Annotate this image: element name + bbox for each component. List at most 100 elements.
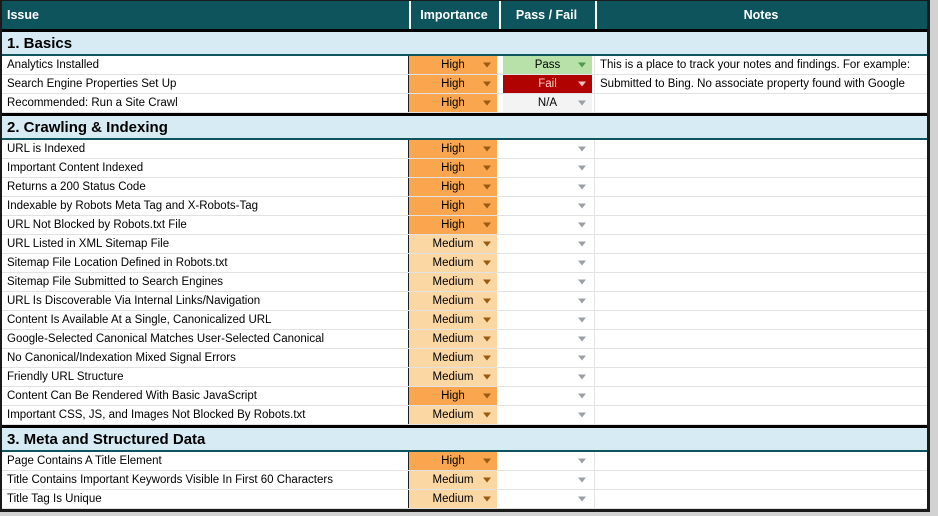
importance-dropdown[interactable]: High <box>409 56 499 74</box>
dropdown-arrow-icon[interactable] <box>483 82 491 87</box>
issue-cell[interactable]: URL Listed in XML Sitemap File <box>2 235 409 253</box>
dropdown-arrow-icon[interactable] <box>483 375 491 380</box>
issue-cell[interactable]: Content Can Be Rendered With Basic JavaS… <box>2 387 409 405</box>
notes-cell[interactable] <box>595 273 927 291</box>
notes-cell[interactable] <box>595 471 927 489</box>
importance-dropdown[interactable]: High <box>409 216 499 234</box>
dropdown-arrow-icon[interactable] <box>483 63 491 68</box>
notes-cell[interactable] <box>595 292 927 310</box>
dropdown-arrow-icon[interactable] <box>578 459 586 464</box>
dropdown-arrow-icon[interactable] <box>483 394 491 399</box>
dropdown-arrow-icon[interactable] <box>483 299 491 304</box>
dropdown-arrow-icon[interactable] <box>578 204 586 209</box>
dropdown-arrow-icon[interactable] <box>578 82 586 87</box>
section-row[interactable]: 3. Meta and Structured Data <box>2 425 927 452</box>
notes-cell[interactable]: Submitted to Bing. No associate property… <box>595 75 927 93</box>
dropdown-arrow-icon[interactable] <box>578 394 586 399</box>
dropdown-arrow-icon[interactable] <box>578 318 586 323</box>
issue-cell[interactable]: Important CSS, JS, and Images Not Blocke… <box>2 406 409 424</box>
dropdown-arrow-icon[interactable] <box>578 299 586 304</box>
dropdown-arrow-icon[interactable] <box>483 459 491 464</box>
passfail-dropdown[interactable] <box>503 159 592 177</box>
issue-cell[interactable]: Title Tag Is Unique <box>2 490 409 508</box>
importance-dropdown[interactable]: Medium <box>409 471 499 489</box>
passfail-dropdown[interactable] <box>503 235 592 253</box>
issue-cell[interactable]: Analytics Installed <box>2 56 409 74</box>
issue-cell[interactable]: Returns a 200 Status Code <box>2 178 409 196</box>
notes-cell[interactable] <box>595 216 927 234</box>
dropdown-arrow-icon[interactable] <box>483 204 491 209</box>
dropdown-arrow-icon[interactable] <box>578 242 586 247</box>
dropdown-arrow-icon[interactable] <box>578 185 586 190</box>
passfail-dropdown[interactable] <box>503 471 592 489</box>
passfail-dropdown[interactable] <box>503 330 592 348</box>
importance-dropdown[interactable]: High <box>409 178 499 196</box>
passfail-dropdown[interactable]: N/A <box>503 94 592 112</box>
dropdown-arrow-icon[interactable] <box>483 497 491 502</box>
dropdown-arrow-icon[interactable] <box>483 242 491 247</box>
dropdown-arrow-icon[interactable] <box>578 261 586 266</box>
issue-cell[interactable]: Recommended: Run a Site Crawl <box>2 94 409 112</box>
dropdown-arrow-icon[interactable] <box>578 478 586 483</box>
passfail-dropdown[interactable] <box>503 197 592 215</box>
dropdown-arrow-icon[interactable] <box>578 166 586 171</box>
dropdown-arrow-icon[interactable] <box>578 413 586 418</box>
dropdown-arrow-icon[interactable] <box>578 63 586 68</box>
issue-cell[interactable]: Search Engine Properties Set Up <box>2 75 409 93</box>
dropdown-arrow-icon[interactable] <box>578 337 586 342</box>
dropdown-arrow-icon[interactable] <box>578 280 586 285</box>
column-header-importance[interactable]: Importance <box>409 1 499 29</box>
section-row[interactable]: 1. Basics <box>2 29 927 56</box>
column-header-passfail[interactable]: Pass / Fail <box>499 1 595 29</box>
dropdown-arrow-icon[interactable] <box>578 101 586 106</box>
importance-dropdown[interactable]: Medium <box>409 330 499 348</box>
passfail-dropdown[interactable] <box>503 311 592 329</box>
importance-dropdown[interactable]: Medium <box>409 254 499 272</box>
importance-dropdown[interactable]: Medium <box>409 311 499 329</box>
importance-dropdown[interactable]: High <box>409 159 499 177</box>
section-row[interactable]: 2. Crawling & Indexing <box>2 113 927 140</box>
dropdown-arrow-icon[interactable] <box>483 280 491 285</box>
dropdown-arrow-icon[interactable] <box>578 147 586 152</box>
passfail-dropdown[interactable] <box>503 368 592 386</box>
dropdown-arrow-icon[interactable] <box>483 166 491 171</box>
issue-cell[interactable]: Sitemap File Location Defined in Robots.… <box>2 254 409 272</box>
dropdown-arrow-icon[interactable] <box>483 413 491 418</box>
passfail-dropdown[interactable] <box>503 254 592 272</box>
dropdown-arrow-icon[interactable] <box>483 101 491 106</box>
dropdown-arrow-icon[interactable] <box>483 223 491 228</box>
notes-cell[interactable]: This is a place to track your notes and … <box>595 56 927 74</box>
notes-cell[interactable] <box>595 349 927 367</box>
issue-cell[interactable]: Friendly URL Structure <box>2 368 409 386</box>
dropdown-arrow-icon[interactable] <box>483 147 491 152</box>
importance-dropdown[interactable]: Medium <box>409 235 499 253</box>
notes-cell[interactable] <box>595 490 927 508</box>
importance-dropdown[interactable]: High <box>409 387 499 405</box>
dropdown-arrow-icon[interactable] <box>483 261 491 266</box>
issue-cell[interactable]: URL Is Discoverable Via Internal Links/N… <box>2 292 409 310</box>
passfail-dropdown[interactable] <box>503 387 592 405</box>
importance-dropdown[interactable]: Medium <box>409 490 499 508</box>
issue-cell[interactable]: Indexable by Robots Meta Tag and X-Robot… <box>2 197 409 215</box>
passfail-dropdown[interactable] <box>503 490 592 508</box>
issue-cell[interactable]: URL is Indexed <box>2 140 409 158</box>
passfail-dropdown[interactable] <box>503 292 592 310</box>
column-header-notes[interactable]: Notes <box>595 1 927 29</box>
issue-cell[interactable]: URL Not Blocked by Robots.txt File <box>2 216 409 234</box>
issue-cell[interactable]: No Canonical/Indexation Mixed Signal Err… <box>2 349 409 367</box>
notes-cell[interactable] <box>595 452 927 470</box>
importance-dropdown[interactable]: Medium <box>409 273 499 291</box>
dropdown-arrow-icon[interactable] <box>578 497 586 502</box>
notes-cell[interactable] <box>595 368 927 386</box>
dropdown-arrow-icon[interactable] <box>483 478 491 483</box>
column-header-issue[interactable]: Issue <box>2 1 409 29</box>
dropdown-arrow-icon[interactable] <box>483 185 491 190</box>
issue-cell[interactable]: Title Contains Important Keywords Visibl… <box>2 471 409 489</box>
notes-cell[interactable] <box>595 406 927 424</box>
issue-cell[interactable]: Page Contains A Title Element <box>2 452 409 470</box>
passfail-dropdown[interactable] <box>503 140 592 158</box>
dropdown-arrow-icon[interactable] <box>483 356 491 361</box>
notes-cell[interactable] <box>595 387 927 405</box>
passfail-dropdown[interactable]: Pass <box>503 56 592 74</box>
dropdown-arrow-icon[interactable] <box>578 223 586 228</box>
